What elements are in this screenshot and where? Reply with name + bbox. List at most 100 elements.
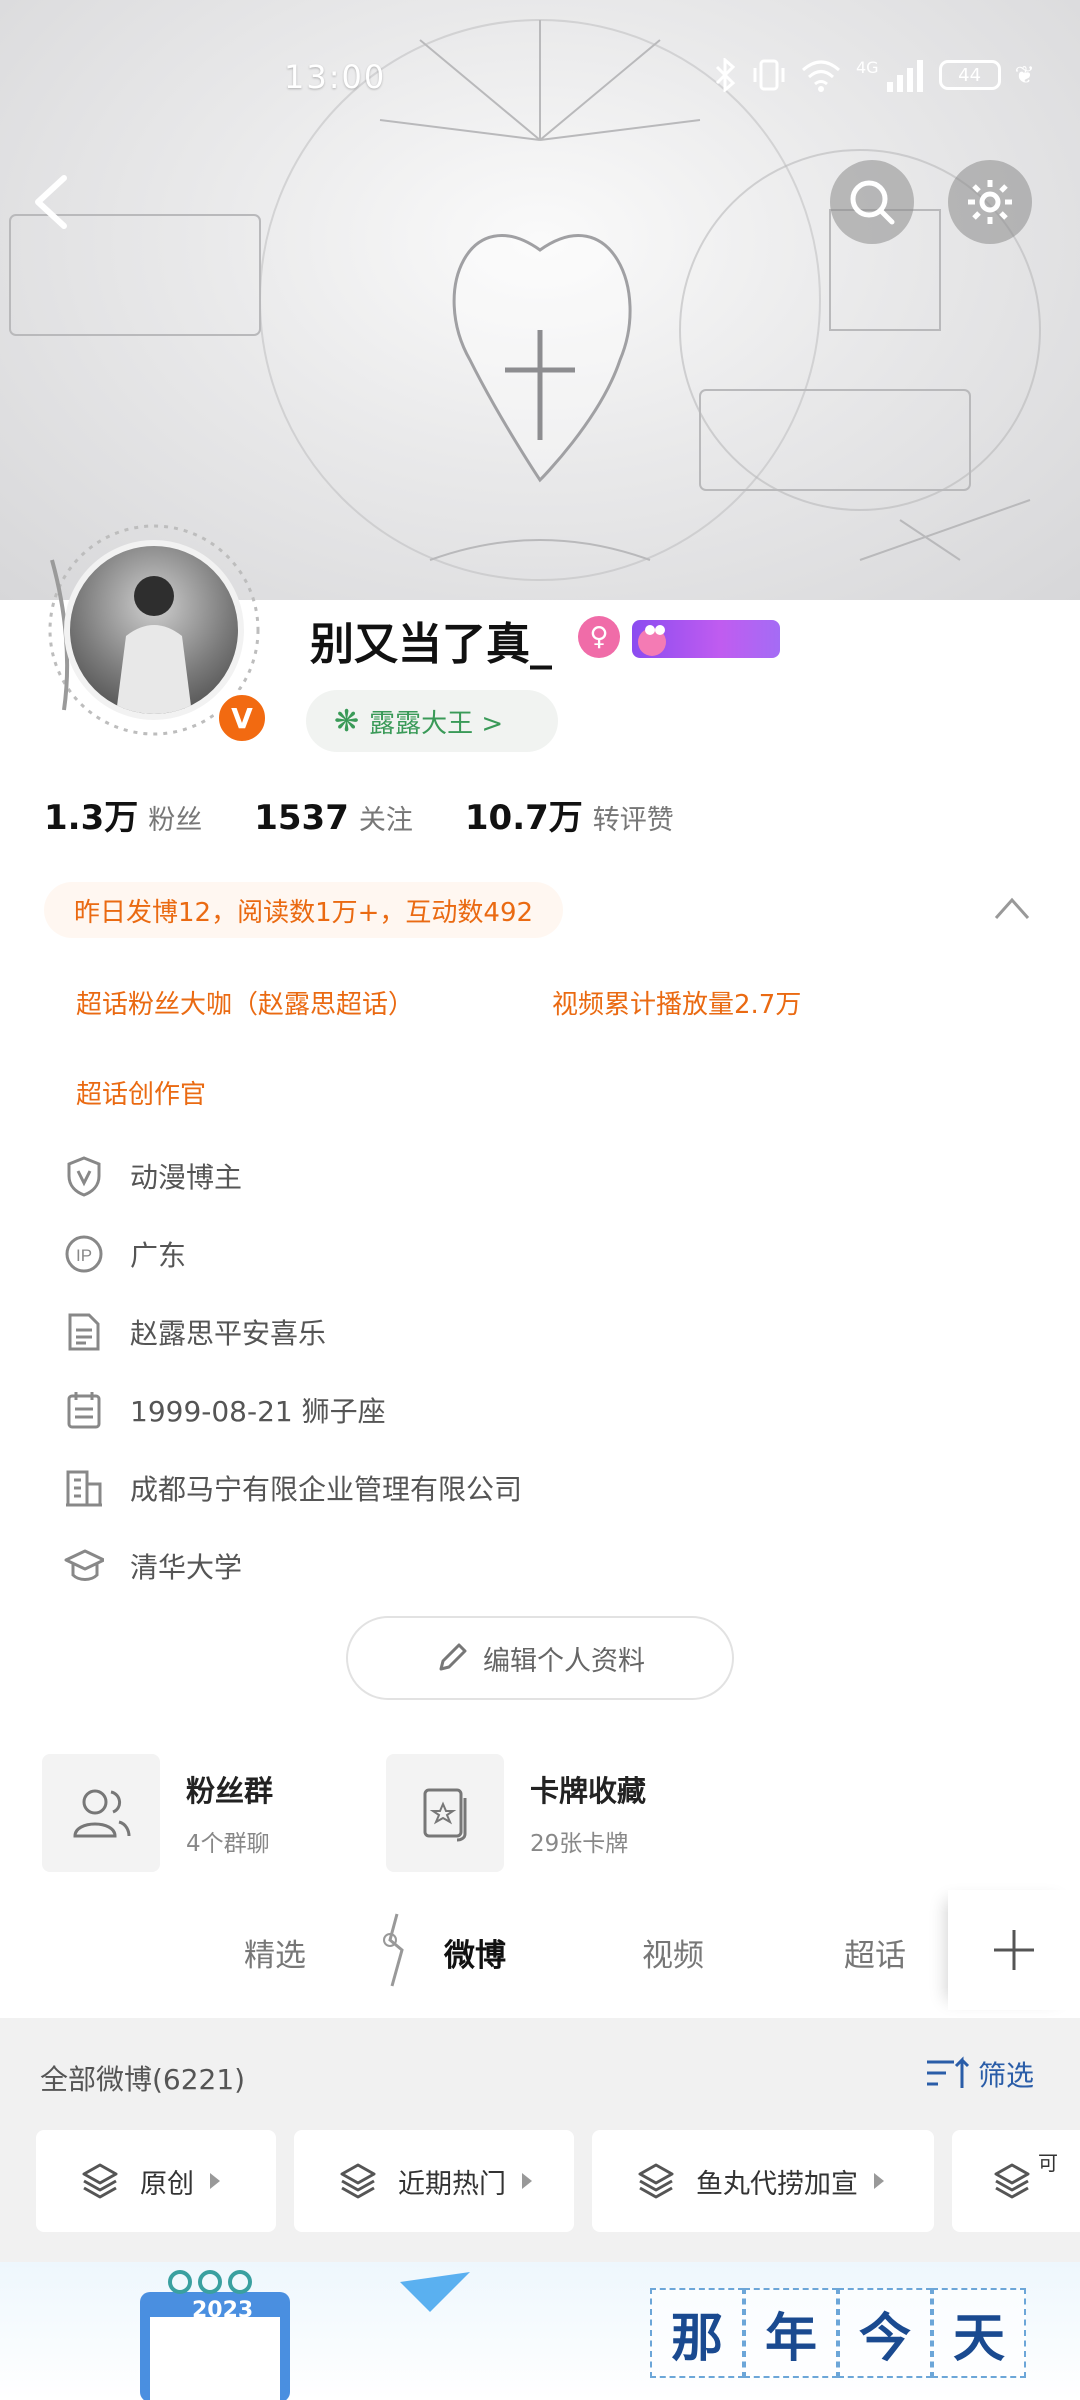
avatar-frame[interactable]: V [44,520,270,746]
users-icon [42,1754,160,1872]
avatar[interactable] [64,540,244,720]
filter-recent-hot[interactable]: 近期热门 [294,2130,574,2232]
collapse-button[interactable] [992,894,1032,926]
filter-sort-icon [927,2056,970,2088]
fan-title-label: 露露大王 > [369,708,504,739]
plus-icon [994,1930,1034,1970]
calendar-icon [64,1390,104,1430]
settings-button[interactable] [948,160,1032,244]
card-collection-card[interactable]: 卡牌收藏 29张卡牌 [386,1754,646,1872]
fan-group-card[interactable]: 粉丝群 4个群聊 [42,1754,273,1872]
info-row-school: 清华大学 [64,1546,242,1586]
chevron-up-icon [994,897,1030,919]
promo-banner[interactable]: 2023 那 年 今 天 [0,2262,1080,2400]
info-ip-text: 广东 [130,1239,187,1272]
card-collection-title: 卡牌收藏 [530,1774,647,1808]
filter-original-label: 原创 [140,2168,194,2200]
search-button[interactable] [830,160,914,244]
graduation-cap-icon [64,1546,104,1586]
triangle-right-icon [874,2173,884,2189]
search-icon [850,180,895,225]
info-row-birthday: 1999-08-21 狮子座 [64,1390,386,1430]
avatar-person-image [116,576,192,714]
activity-summary-pill[interactable]: 昨日发博12，阅读数1万+，互动数492 [44,882,564,938]
layers-icon [638,2163,674,2199]
badge-super-fan[interactable]: 超话粉丝大咖（赵露思超话） [76,984,414,1021]
chevron-left-icon [35,175,67,229]
info-birthday-text: 1999-08-21 狮子座 [130,1395,386,1428]
info-category-text: 动漫博主 [130,1161,243,1194]
edit-profile-button[interactable]: 编辑个人资料 [346,1616,734,1700]
info-bio-text: 赵露思平安喜乐 [130,1317,327,1350]
snowflake-icon: ❋ [334,703,360,739]
promo-char: 那 [650,2288,744,2378]
info-company-text: 成都马宁有限企业管理有限公司 [130,1473,523,1506]
card-collection-subtitle: 29张卡牌 [530,1831,629,1857]
vip-badge[interactable] [632,620,780,658]
filter-more[interactable]: 可 [952,2130,1080,2232]
pencil-icon [439,1643,467,1671]
following-label[interactable]: 关注 [359,798,413,837]
status-icons: 4G 44 ❦ [712,58,1035,92]
back-button[interactable] [30,160,90,244]
battery-level: 44 [958,64,982,86]
card-icon [386,1754,504,1872]
info-row-company: 成都马宁有限企业管理有限公司 [64,1468,522,1508]
promo-char: 天 [932,2288,1026,2378]
filter-custom-label: 鱼丸代捞加宣 [696,2168,858,2200]
badge-video-plays[interactable]: 视频累计播放量2.7万 [552,984,801,1021]
tab-featured[interactable]: 精选 [244,1930,306,1975]
svg-text:IP: IP [76,1246,92,1265]
info-row-ip: IP 广东 [64,1234,186,1274]
fan-group-title: 粉丝群 [186,1774,274,1808]
leaf-icon: ❦ [1014,61,1035,89]
edit-profile-label: 编辑个人资料 [483,1645,645,1677]
fan-group-subtitle: 4个群聊 [186,1831,270,1857]
fan-title-chip[interactable]: ❋ 露露大王 > [306,690,558,752]
female-gender-icon: ♀ [578,616,620,658]
document-icon [64,1312,104,1352]
info-row-category: 动漫博主 [64,1156,243,1197]
following-count[interactable]: 1537 [254,798,349,838]
filter-button[interactable]: 筛选 [924,2054,1034,2094]
filter-custom[interactable]: 鱼丸代捞加宣 [592,2130,934,2232]
triangle-right-icon [210,2173,220,2189]
ip-location-icon: IP [64,1234,104,1274]
followers-label[interactable]: 粉丝 [148,798,202,837]
snail-icon [638,625,666,656]
activity-summary-text: 昨日发博12，阅读数1万+，互动数492 [74,897,534,928]
bluetooth-icon [715,58,736,92]
add-tab-button[interactable] [948,1890,1080,2010]
info-school-text: 清华大学 [130,1551,243,1584]
filter-recent-hot-label: 近期热门 [398,2168,506,2200]
username: 别又当了真_ [310,619,552,670]
info-row-bio: 赵露思平安喜乐 [64,1312,326,1352]
triangle-right-icon [522,2173,532,2189]
promo-char: 今 [838,2288,932,2378]
likes-label[interactable]: 转评赞 [593,798,674,837]
likes-count[interactable]: 10.7万 [465,790,583,839]
filter-more-label: 可 [1038,2150,1058,2175]
all-posts-title: 全部微博(6221) [40,2063,246,2096]
tab-video[interactable]: 视频 [642,1930,704,1975]
vibrate-icon [753,59,785,91]
badge-creator[interactable]: 超话创作官 [76,1074,206,1111]
signal-icon [886,60,923,92]
verified-badge: V [214,690,270,746]
verified-shield-icon [64,1156,104,1197]
tab-decoration-icon [372,1910,422,1994]
profile-stats: 1.3万 粉丝 1537 关注 10.7万 转评赞 [44,790,726,839]
followers-count[interactable]: 1.3万 [44,790,138,839]
tab-weibo[interactable]: 微博 [444,1930,506,1975]
battery-icon: 44 [938,60,1001,90]
layers-icon [340,2163,376,2199]
filter-original[interactable]: 原创 [36,2130,276,2232]
calendar-illustration [140,2270,470,2400]
layers-icon [82,2163,118,2199]
tab-super-topic[interactable]: 超话 [844,1930,906,1975]
promo-char: 年 [744,2288,838,2378]
network-type: 4G [856,57,879,77]
company-icon [64,1468,104,1508]
status-time: 13:00 [284,58,387,96]
promo-title: 那 年 今 天 [650,2288,1026,2378]
